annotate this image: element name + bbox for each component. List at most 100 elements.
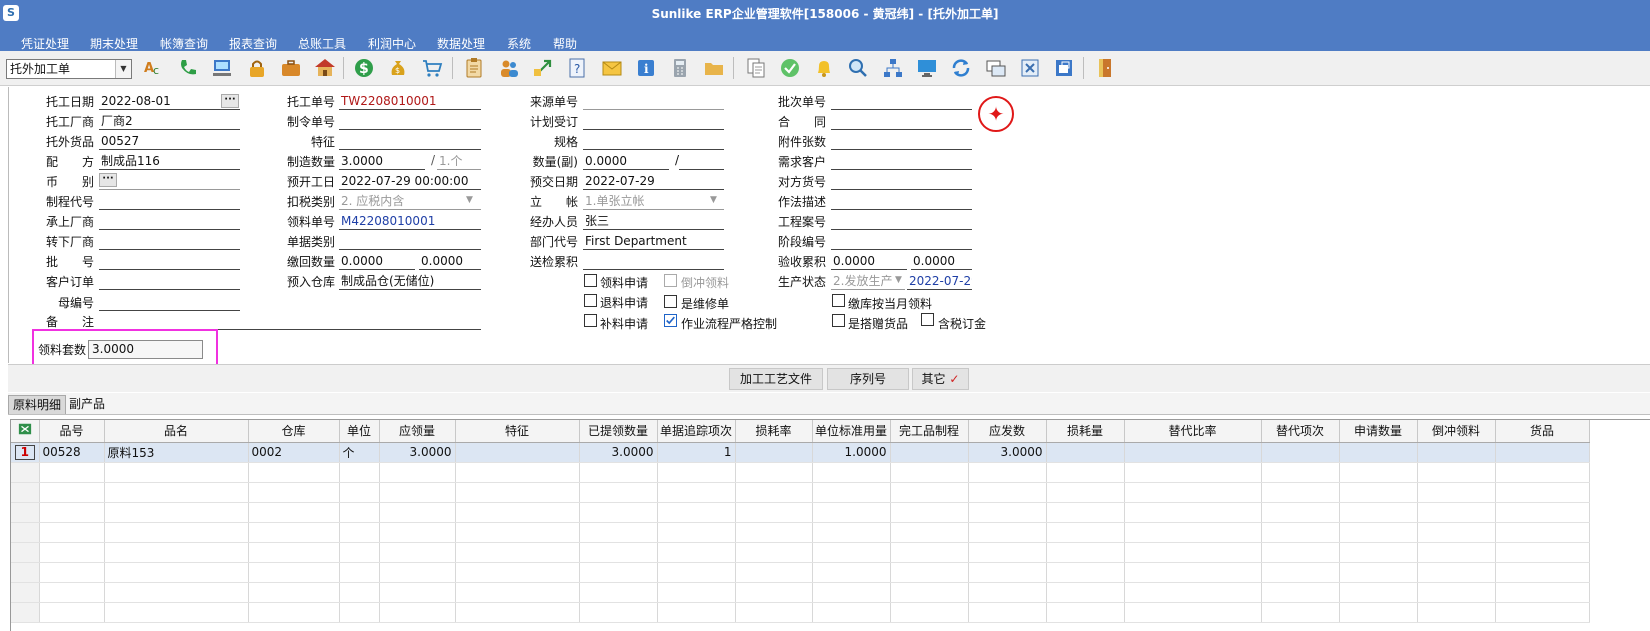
grid-cell[interactable]: [455, 582, 580, 603]
grid-cell[interactable]: [339, 482, 380, 503]
row-number[interactable]: [11, 482, 40, 503]
gift-item-checkbox[interactable]: [832, 314, 845, 327]
folder-icon[interactable]: [702, 56, 726, 80]
grid-cell[interactable]: [890, 562, 969, 583]
menu-report-query[interactable]: 报表查询: [229, 35, 277, 52]
table-row-empty[interactable]: [11, 602, 1590, 623]
grid-cell[interactable]: [812, 602, 891, 623]
grid-cell[interactable]: [1495, 582, 1590, 603]
grid-cell[interactable]: [735, 482, 813, 503]
grid-cell[interactable]: [1261, 562, 1340, 583]
grid-cell[interactable]: [1417, 462, 1496, 483]
grid-cell[interactable]: [248, 542, 340, 563]
table-row-empty[interactable]: [11, 502, 1590, 523]
grid-cell[interactable]: [1124, 502, 1262, 523]
grid-cell[interactable]: [968, 542, 1047, 563]
grid-cell[interactable]: [812, 462, 891, 483]
row-number[interactable]: [11, 542, 40, 563]
formula-field[interactable]: 制成品116: [99, 153, 240, 170]
cell-sub-item[interactable]: [1261, 442, 1340, 463]
grid-cell[interactable]: [968, 482, 1047, 503]
col-picked-qty[interactable]: 已提领数量: [579, 420, 658, 443]
grid-cell[interactable]: [1046, 502, 1125, 523]
grid-cell[interactable]: [735, 522, 813, 543]
col-warehouse[interactable]: 仓库: [248, 420, 340, 443]
dollar-icon[interactable]: $: [352, 56, 376, 80]
col-std-usage[interactable]: 单位标准用量: [812, 420, 891, 443]
cell-loss-rate[interactable]: [735, 442, 813, 463]
grid-cell[interactable]: [104, 462, 249, 483]
cell-feature[interactable]: [455, 442, 580, 463]
grid-cell[interactable]: [1417, 522, 1496, 543]
grid-cell[interactable]: [1124, 602, 1262, 623]
grid-cell[interactable]: [39, 602, 105, 623]
grid-cell[interactable]: [1261, 582, 1340, 603]
stage-no-field[interactable]: [831, 233, 972, 250]
grid-cell[interactable]: [1339, 582, 1418, 603]
org-chart-icon[interactable]: [881, 56, 905, 80]
accept-total-field-2[interactable]: 0.0000: [911, 253, 972, 270]
col-apply-qty[interactable]: 申请数量: [1339, 420, 1418, 443]
col-unit[interactable]: 单位: [339, 420, 380, 443]
table-row-empty[interactable]: [11, 522, 1590, 543]
grid-cell[interactable]: [657, 582, 736, 603]
grid-cell[interactable]: [735, 602, 813, 623]
cell-loss-qty[interactable]: [1046, 442, 1125, 463]
search-icon[interactable]: [846, 56, 870, 80]
grid-cell[interactable]: [455, 542, 580, 563]
grid-cell[interactable]: [1261, 542, 1340, 563]
grid-cell[interactable]: [968, 602, 1047, 623]
spec-field[interactable]: [583, 133, 724, 150]
grid-cell[interactable]: [735, 462, 813, 483]
grid-cell[interactable]: [657, 462, 736, 483]
col-loss-rate[interactable]: 损耗率: [735, 420, 813, 443]
vendor-field[interactable]: 厂商2: [99, 113, 240, 130]
planned-start-field[interactable]: 2022-07-29 00:00:00: [339, 173, 481, 190]
copy-doc-icon[interactable]: [744, 56, 768, 80]
grid-cell[interactable]: [812, 482, 891, 503]
grid-cell[interactable]: [1495, 482, 1590, 503]
col-sub-ratio[interactable]: 替代比率: [1124, 420, 1262, 443]
grid-cell[interactable]: [1495, 502, 1590, 523]
grid-cell[interactable]: [890, 482, 969, 503]
grid-cell[interactable]: [248, 582, 340, 603]
clipboard-icon[interactable]: [462, 56, 486, 80]
info-icon[interactable]: i: [634, 56, 658, 80]
menu-gl-tools[interactable]: 总账工具: [298, 35, 346, 52]
grid-cell[interactable]: [657, 522, 736, 543]
grid-cell[interactable]: [1417, 602, 1496, 623]
sub-unit-field[interactable]: [679, 153, 724, 170]
mail-icon[interactable]: [600, 56, 624, 80]
grid-cell[interactable]: [1417, 562, 1496, 583]
target-warehouse-field[interactable]: 制成品仓(无储位): [339, 273, 481, 290]
menu-data-processing[interactable]: 数据处理: [437, 35, 485, 52]
col-required-qty[interactable]: 应领量: [379, 420, 456, 443]
currency-picker-button[interactable]: ···: [99, 173, 117, 187]
grid-cell[interactable]: [579, 602, 658, 623]
cell-backflush[interactable]: [1417, 442, 1496, 463]
grid-cell[interactable]: [1124, 562, 1262, 583]
other-button[interactable]: 其它 ✓: [912, 368, 969, 390]
grid-cell[interactable]: [39, 582, 105, 603]
grid-cell[interactable]: [39, 502, 105, 523]
grid-cell[interactable]: [968, 522, 1047, 543]
grid-cell[interactable]: [1046, 602, 1125, 623]
grid-cell[interactable]: [104, 602, 249, 623]
col-finished-process[interactable]: 完工品制程: [890, 420, 969, 443]
grid-cell[interactable]: [455, 522, 580, 543]
dept-field[interactable]: First Department: [583, 233, 724, 250]
warehouse-icon[interactable]: [313, 56, 337, 80]
col-sub-item[interactable]: 替代项次: [1261, 420, 1340, 443]
grid-cell[interactable]: [579, 482, 658, 503]
grid-cell[interactable]: [455, 602, 580, 623]
grid-cell[interactable]: [1124, 462, 1262, 483]
grid-cell[interactable]: [104, 542, 249, 563]
cell-required-qty[interactable]: 3.0000: [379, 442, 456, 463]
grid-cell[interactable]: [104, 502, 249, 523]
strict-flow-checkbox[interactable]: [664, 314, 677, 327]
grid-cell[interactable]: [379, 522, 456, 543]
cell-std-usage[interactable]: 1.0000: [812, 442, 891, 463]
doc-type-select[interactable]: 托外加工单 ▼: [6, 59, 132, 79]
refresh-icon[interactable]: [949, 56, 973, 80]
col-trace-item[interactable]: 单据追踪项次: [657, 420, 736, 443]
